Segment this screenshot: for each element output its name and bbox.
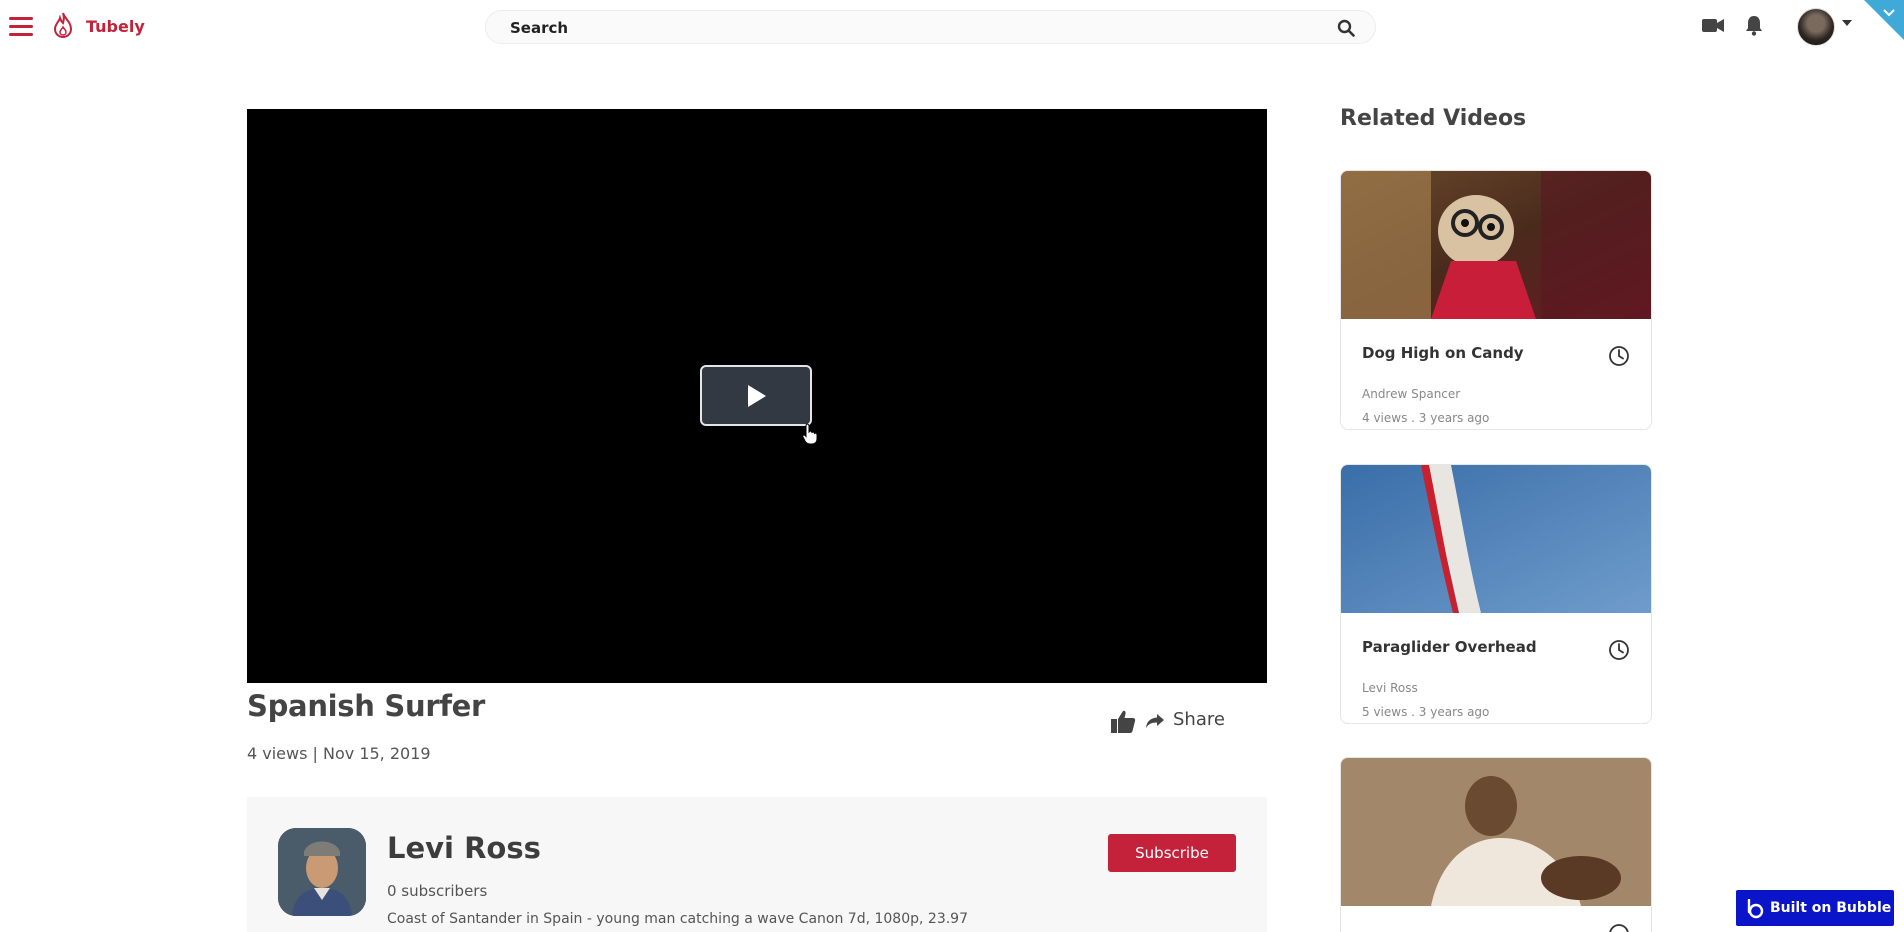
video-thumbnail[interactable] xyxy=(1341,171,1652,319)
search-bar xyxy=(485,10,1376,44)
share-icon[interactable] xyxy=(1145,713,1165,729)
app-name[interactable]: Tubely xyxy=(86,17,145,36)
search-input[interactable] xyxy=(510,17,1310,39)
hand-cursor-icon xyxy=(802,423,818,445)
related-video-title[interactable]: Paraglider Overhead xyxy=(1362,638,1537,656)
corner-ribbon-icon[interactable] xyxy=(1844,0,1904,60)
channel-name[interactable]: Levi Ross xyxy=(387,831,541,865)
user-avatar[interactable] xyxy=(1797,8,1835,46)
video-thumbnail[interactable] xyxy=(1341,758,1652,906)
top-navbar: Tubely xyxy=(0,0,1904,53)
badge-label: Built on Bubble xyxy=(1770,900,1892,916)
related-video-card[interactable]: Dog High on Candy Andrew Spancer 4 views… xyxy=(1340,170,1652,430)
related-video-card[interactable] xyxy=(1340,757,1652,932)
person-photo-icon xyxy=(278,828,366,916)
related-video-title[interactable]: Dog High on Candy xyxy=(1362,344,1524,362)
related-video-author[interactable]: Andrew Spancer xyxy=(1362,387,1460,401)
related-video-stats: 5 views . 3 years ago xyxy=(1362,705,1490,719)
share-button[interactable]: Share xyxy=(1173,709,1225,730)
clock-icon[interactable] xyxy=(1608,345,1630,367)
bubble-logo-icon xyxy=(1747,899,1764,919)
related-videos-heading: Related Videos xyxy=(1340,106,1527,131)
related-video-author[interactable]: Levi Ross xyxy=(1362,681,1418,695)
video-meta: 4 views | Nov 15, 2019 xyxy=(247,744,431,763)
bell-icon[interactable] xyxy=(1745,15,1763,36)
play-button[interactable] xyxy=(700,365,812,426)
related-video-stats: 4 views . 3 years ago xyxy=(1362,411,1490,425)
video-description: Coast of Santander in Spain - young man … xyxy=(387,911,968,927)
channel-info: Levi Ross 0 subscribers Coast of Santand… xyxy=(247,797,1267,932)
built-on-bubble-badge[interactable]: Built on Bubble xyxy=(1735,889,1895,927)
subscribe-button[interactable]: Subscribe xyxy=(1108,834,1236,872)
video-title: Spanish Surfer xyxy=(247,689,486,723)
play-icon xyxy=(748,385,766,407)
video-thumbnail[interactable] xyxy=(1341,465,1652,613)
thumbs-up-icon[interactable] xyxy=(1110,709,1136,734)
channel-avatar[interactable] xyxy=(278,828,366,916)
subscriber-count: 0 subscribers xyxy=(387,882,488,900)
related-video-card[interactable]: Paraglider Overhead Levi Ross 5 views . … xyxy=(1340,464,1652,724)
search-icon[interactable] xyxy=(1337,19,1355,37)
video-camera-icon[interactable] xyxy=(1702,18,1724,33)
video-player[interactable] xyxy=(247,109,1267,683)
flame-logo-icon[interactable] xyxy=(52,11,74,39)
clock-icon[interactable] xyxy=(1608,639,1630,661)
menu-icon[interactable] xyxy=(9,17,33,36)
clock-icon[interactable] xyxy=(1608,923,1630,932)
